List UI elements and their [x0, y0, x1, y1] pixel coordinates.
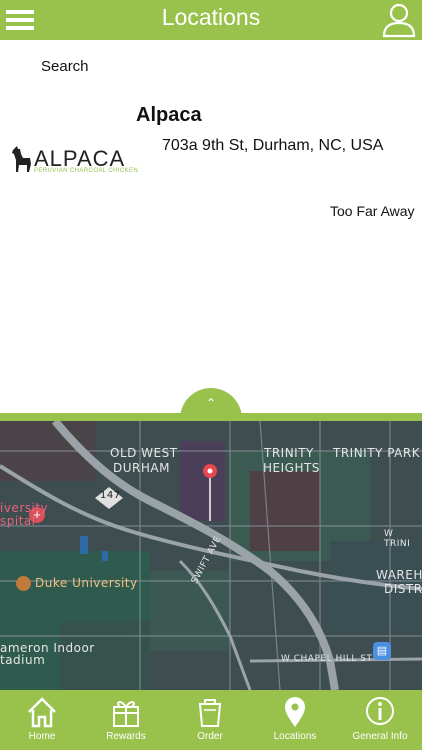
map-label-wareho: WAREHO: [376, 568, 422, 582]
map-label-chapel-hill: W CHAPEL HILL ST: [281, 654, 373, 664]
tab-locations-label: Locations: [273, 731, 317, 742]
takeout-bag-icon: [198, 699, 222, 727]
location-address: 703a 9th St, Durham, NC, USA: [162, 137, 384, 154]
map-label-duke: Duke University: [35, 576, 138, 590]
map-label-w-trini: W TRINI: [384, 529, 411, 549]
tab-rewards-label: Rewards: [106, 731, 146, 742]
map-view[interactable]: 147 + ▤ OLD WEST DURHAM TRINITY HEIGHTS …: [0, 421, 422, 690]
tab-order[interactable]: Order: [168, 690, 252, 750]
tab-home-label: Home: [28, 731, 56, 742]
chevron-up-icon: ⌃: [205, 396, 217, 410]
tab-order-label: Order: [197, 731, 223, 742]
route-number: 147: [100, 490, 121, 501]
tab-locations[interactable]: Locations: [253, 690, 337, 750]
tab-general-info-label: General Info: [352, 731, 408, 742]
logo-subtext: PERUVIAN CHARCOAL CHICKEN: [34, 168, 139, 174]
map-label-old-west: OLD WEST: [110, 446, 178, 460]
map-pin-icon: [285, 697, 305, 727]
tab-home[interactable]: Home: [0, 690, 84, 750]
university-icon: [16, 576, 31, 591]
location-distance: Too Far Away: [330, 203, 415, 219]
page-title: Locations: [161, 4, 261, 30]
tab-rewards[interactable]: Rewards: [84, 690, 168, 750]
map-label-university: iversity: [0, 501, 49, 515]
bottom-tab-bar: Home Rewards Order Locations General Inf…: [0, 690, 422, 750]
tab-general-info[interactable]: General Info: [338, 690, 422, 750]
map-label-distri: DISTRI: [384, 582, 422, 596]
map-label-trinity-park: TRINITY PARK: [333, 446, 421, 460]
transit-icon: ▤: [373, 642, 391, 660]
app-header: Locations: [0, 0, 422, 40]
user-profile-icon[interactable]: [382, 2, 416, 38]
map-label-cameron-2: tadium: [0, 653, 46, 667]
location-pin-icon[interactable]: [202, 463, 218, 523]
home-icon: [28, 697, 56, 728]
map-label-trinity: TRINITY: [264, 446, 314, 460]
map-label-durham: DURHAM: [113, 461, 170, 475]
alpaca-logo: ALPACA PERUVIAN CHARCOAL CHICKEN: [10, 146, 138, 178]
gift-icon: [113, 701, 139, 727]
map-label-heights: HEIGHTS: [263, 461, 320, 475]
location-name: Alpaca: [136, 104, 202, 126]
map-label-hospital: spital: [0, 514, 36, 528]
search-field[interactable]: Search: [41, 58, 89, 75]
info-icon: [366, 697, 394, 725]
